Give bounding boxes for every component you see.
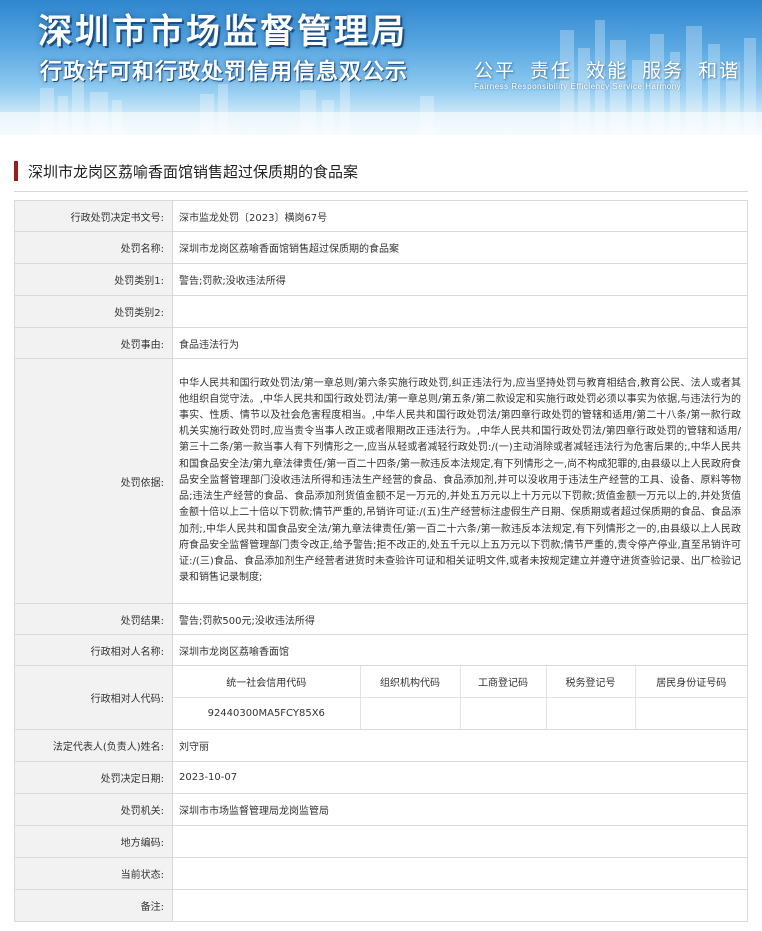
table-row: 行政相对人代码: 统一社会信用代码 组织机构代码 工商登记码 税务登记号 居民身… xyxy=(14,665,748,730)
codes-header-row: 统一社会信用代码 组织机构代码 工商登记码 税务登记号 居民身份证号码 xyxy=(173,666,747,698)
authority-label: 处罚机关: xyxy=(14,793,173,826)
reason-label: 处罚事由: xyxy=(14,327,173,359)
decision-no-label: 行政处罚决定书文号: xyxy=(14,200,173,232)
region-value xyxy=(172,825,748,858)
date-value: 2023-10-07 xyxy=(172,761,748,794)
decision-no-value: 深市监龙处罚〔2023〕横岗67号 xyxy=(172,200,748,232)
authority-value: 深圳市市场监督管理局龙岗监管局 xyxy=(172,793,748,826)
remark-value xyxy=(172,889,748,922)
table-row: 处罚名称: 深圳市龙岗区荔喻香面馆销售超过保质期的食品案 xyxy=(14,231,748,264)
case-name-value: 深圳市龙岗区荔喻香面馆销售超过保质期的食品案 xyxy=(172,231,748,264)
credit-code-value: 92440300MA5FCY85X6 xyxy=(173,696,361,729)
codes-subtable: 统一社会信用代码 组织机构代码 工商登记码 税务登记号 居民身份证号码 9244… xyxy=(173,666,747,729)
table-row: 处罚决定日期: 2023-10-07 xyxy=(14,761,748,794)
category2-value xyxy=(172,295,748,328)
case-title-text: 深圳市龙岗区荔喻香面馆销售超过保质期的食品案 xyxy=(28,162,359,181)
credit-code-header: 统一社会信用代码 xyxy=(173,666,361,698)
category1-value: 警告;罚款;没收违法所得 xyxy=(172,263,748,296)
case-name-label: 处罚名称: xyxy=(14,231,173,264)
org-code-header: 组织机构代码 xyxy=(359,666,461,698)
party-value: 深圳市龙岗区荔喻香面馆 xyxy=(172,634,748,666)
table-row: 行政相对人名称: 深圳市龙岗区荔喻香面馆 xyxy=(14,634,748,666)
site-slogan-en: Fairness Responsibility Efficiency Servi… xyxy=(474,82,682,91)
site-slogan: 公平 责任 效能 服务 和谐 xyxy=(474,60,741,82)
codes-cell: 统一社会信用代码 组织机构代码 工商登记码 税务登记号 居民身份证号码 9244… xyxy=(172,665,748,730)
category2-label: 处罚类别2: xyxy=(14,295,173,328)
table-row: 处罚事由: 食品违法行为 xyxy=(14,327,748,359)
table-row: 处罚结果: 警告;罚款500元;没收违法所得 xyxy=(14,603,748,635)
reason-value: 食品违法行为 xyxy=(172,327,748,359)
codes-value-row: 92440300MA5FCY85X6 xyxy=(173,696,747,729)
business-code-header: 工商登记码 xyxy=(459,666,547,698)
table-row: 处罚类别1: 警告;罚款;没收违法所得 xyxy=(14,263,748,296)
rep-value: 刘守丽 xyxy=(172,729,748,762)
status-value xyxy=(172,857,748,890)
region-label: 地方编码: xyxy=(14,825,173,858)
rep-label: 法定代表人(负责人)姓名: xyxy=(14,729,173,762)
table-row: 备注: xyxy=(14,889,748,922)
basis-value: 中华人民共和国行政处罚法/第一章总则/第六条实施行政处罚,纠正违法行为,应当坚持… xyxy=(172,358,748,604)
table-row: 处罚机关: 深圳市市场监督管理局龙岗监管局 xyxy=(14,793,748,826)
title-accent-bar xyxy=(14,161,18,181)
case-title: 深圳市龙岗区荔喻香面馆销售超过保质期的食品案 xyxy=(14,160,358,182)
category1-label: 处罚类别1: xyxy=(14,263,173,296)
org-code-value xyxy=(359,696,461,729)
site-title: 深圳市市场监督管理局 xyxy=(38,12,408,52)
id-number-header: 居民身份证号码 xyxy=(634,666,747,698)
id-number-value xyxy=(634,696,747,729)
basis-label: 处罚依据: xyxy=(14,358,173,604)
header-banner: 深圳市市场监督管理局 行政许可和行政处罚信用信息双公示 公平 责任 效能 服务 … xyxy=(0,0,762,135)
table-row: 地方编码: xyxy=(14,825,748,858)
business-code-value xyxy=(459,696,547,729)
table-row: 行政处罚决定书文号: 深市监龙处罚〔2023〕横岗67号 xyxy=(14,200,748,232)
table-row: 处罚类别2: xyxy=(14,295,748,328)
title-divider xyxy=(14,191,748,192)
tax-code-header: 税务登记号 xyxy=(545,666,636,698)
site-subtitle: 行政许可和行政处罚信用信息双公示 xyxy=(40,60,409,85)
case-info-table: 行政处罚决定书文号: 深市监龙处罚〔2023〕横岗67号 处罚名称: 深圳市龙岗… xyxy=(14,200,748,922)
result-label: 处罚结果: xyxy=(14,603,173,635)
date-label: 处罚决定日期: xyxy=(14,761,173,794)
table-row: 处罚依据: 中华人民共和国行政处罚法/第一章总则/第六条实施行政处罚,纠正违法行… xyxy=(14,358,748,604)
tax-code-value xyxy=(545,696,636,729)
table-row: 当前状态: xyxy=(14,857,748,890)
remark-label: 备注: xyxy=(14,889,173,922)
status-label: 当前状态: xyxy=(14,857,173,890)
codes-label: 行政相对人代码: xyxy=(14,665,173,730)
table-row: 法定代表人(负责人)姓名: 刘守丽 xyxy=(14,729,748,762)
party-label: 行政相对人名称: xyxy=(14,634,173,666)
result-value: 警告;罚款500元;没收违法所得 xyxy=(172,603,748,635)
